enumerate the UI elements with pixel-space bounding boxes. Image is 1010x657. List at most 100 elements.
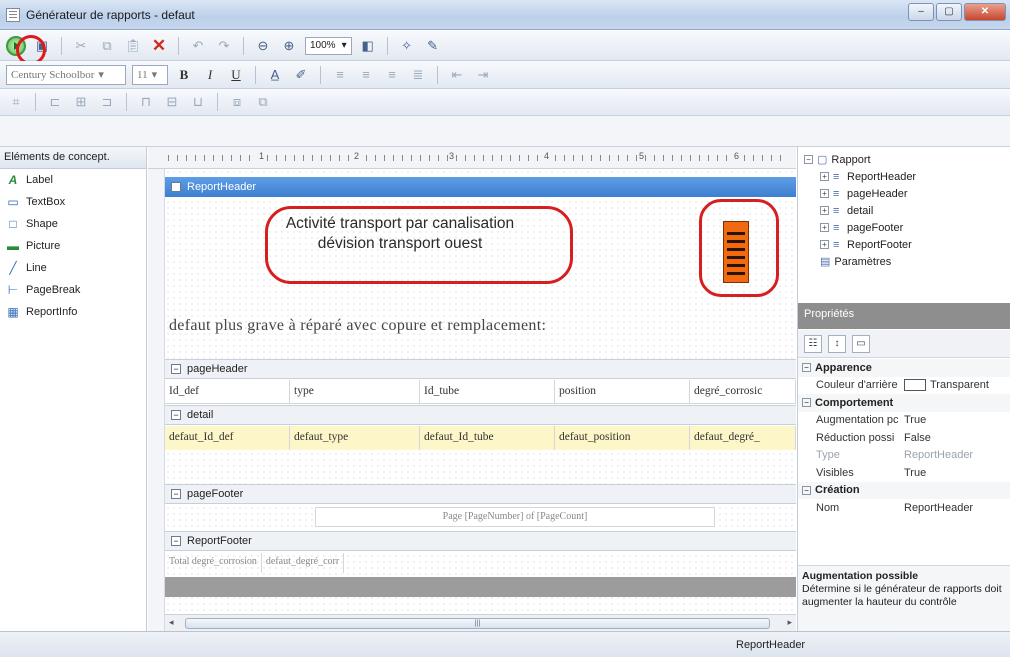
font-name-dropdown[interactable]: Century Schoolbor ▾	[6, 64, 126, 85]
tool-textbox[interactable]: ▭ TextBox	[0, 191, 146, 213]
same-width-button[interactable]: ⧈	[227, 92, 247, 112]
band-report-header[interactable]: − ReportHeader	[165, 177, 796, 197]
align-lefts-button[interactable]: ⊏	[45, 92, 65, 112]
copy-button[interactable]: ⧉	[97, 36, 117, 56]
tool-reportinfo[interactable]: ▦ ReportInfo	[0, 301, 146, 323]
horizontal-scrollbar[interactable]: ◂ ||| ▸	[165, 614, 796, 631]
expand-icon[interactable]: +	[820, 189, 829, 198]
property-value[interactable]: Transparent	[900, 379, 989, 392]
detail-field[interactable]: defaut_type	[290, 426, 420, 450]
align-rights-button[interactable]: ⊐	[97, 92, 117, 112]
collapse-icon[interactable]: −	[804, 155, 813, 164]
scroll-right-icon[interactable]: ▸	[787, 617, 792, 628]
detail-field[interactable]: defaut_Id_def	[165, 426, 290, 450]
expand-icon[interactable]: +	[820, 240, 829, 249]
collapse-icon[interactable]: −	[171, 182, 181, 192]
align-middles-button[interactable]: ⊟	[162, 92, 182, 112]
column-header[interactable]: degré_corrosic	[690, 380, 796, 404]
property-value[interactable]: False	[900, 432, 931, 444]
band-page-header[interactable]: − pageHeader	[165, 359, 796, 379]
property-value[interactable]: ReportHeader	[900, 502, 973, 514]
column-header[interactable]: type	[290, 380, 420, 404]
delete-button[interactable]: ✕	[149, 36, 169, 56]
align-right-button[interactable]: ≡	[382, 65, 402, 85]
total-field[interactable]: defaut_degré_corr	[262, 553, 345, 573]
alphabetical-button[interactable]: ↕	[828, 334, 846, 353]
band-report-footer[interactable]: − ReportFooter	[165, 531, 796, 551]
collapse-icon[interactable]: −	[802, 398, 811, 408]
expand-icon[interactable]: +	[820, 206, 829, 215]
tree-node-band[interactable]: + ≡ pageHeader	[804, 185, 1005, 202]
close-button[interactable]: ✕	[964, 3, 1006, 21]
band-detail[interactable]: − detail	[165, 405, 796, 425]
indent-button[interactable]: ⇥	[473, 65, 493, 85]
property-category[interactable]: − Apparence	[798, 359, 1010, 377]
property-row[interactable]: Couleur d'arrière Transparent	[798, 377, 1010, 395]
detail-field[interactable]: defaut_Id_tube	[420, 426, 555, 450]
detail-field[interactable]: defaut_degré_	[690, 426, 796, 450]
property-category[interactable]: − Comportement	[798, 394, 1010, 412]
tree-node-params[interactable]: ▤ Paramètres	[804, 253, 1005, 270]
zoom-out-button[interactable]: ⊖	[253, 36, 273, 56]
property-category[interactable]: − Création	[798, 481, 1010, 499]
categorized-button[interactable]: ☷	[804, 334, 822, 353]
property-row[interactable]: Réduction possi False	[798, 429, 1010, 447]
fill-color-button[interactable]: ✐	[291, 65, 311, 85]
cut-button[interactable]: ✂	[71, 36, 91, 56]
page-number-field[interactable]: Page [PageNumber] of [PageCount]	[315, 507, 715, 527]
zoom-dropdown[interactable]: 100% ▾	[305, 36, 352, 55]
property-value[interactable]: True	[900, 414, 926, 426]
column-header[interactable]: Id_def	[165, 380, 290, 404]
report-canvas[interactable]: − ReportHeader Activité transport par ca…	[165, 169, 796, 614]
align-bottoms-button[interactable]: ⊔	[188, 92, 208, 112]
property-value[interactable]: True	[900, 467, 926, 479]
layout-button[interactable]: ◧	[358, 36, 378, 56]
expand-icon[interactable]: +	[820, 223, 829, 232]
align-grid-button[interactable]: ⌗	[6, 92, 26, 112]
collapse-icon[interactable]: −	[171, 489, 181, 499]
align-center-button[interactable]: ≡	[356, 65, 376, 85]
italic-button[interactable]: I	[200, 65, 220, 85]
property-row[interactable]: Visibles True	[798, 464, 1010, 482]
align-tops-button[interactable]: ⊓	[136, 92, 156, 112]
justify-button[interactable]: ≣	[408, 65, 428, 85]
collapse-icon[interactable]: −	[802, 363, 811, 373]
tree-node-rapport[interactable]: − ▢ Rapport	[804, 151, 1005, 168]
column-header[interactable]: position	[555, 380, 690, 404]
detail-field[interactable]: defaut_position	[555, 426, 690, 450]
collapse-icon[interactable]: −	[171, 410, 181, 420]
tool-shape[interactable]: □ Shape	[0, 213, 146, 235]
scrollbar-thumb[interactable]: |||	[185, 618, 770, 629]
script-button[interactable]: ✎	[423, 36, 443, 56]
tree-node-band[interactable]: + ≡ detail	[804, 202, 1005, 219]
redo-button[interactable]: ↷	[214, 36, 234, 56]
font-size-dropdown[interactable]: 11 ▾	[132, 64, 168, 85]
collapse-icon[interactable]: −	[171, 364, 181, 374]
tool-label[interactable]: A Label	[0, 169, 146, 191]
band-page-footer[interactable]: − pageFooter	[165, 484, 796, 504]
minimize-button[interactable]: –	[908, 3, 934, 21]
tree-node-band[interactable]: + ≡ ReportFooter	[804, 236, 1005, 253]
bold-button[interactable]: B	[174, 65, 194, 85]
expand-icon[interactable]: +	[820, 172, 829, 181]
align-centers-button[interactable]: ⊞	[71, 92, 91, 112]
scroll-left-icon[interactable]: ◂	[169, 617, 174, 628]
paste-button[interactable]: 📋︎	[123, 36, 143, 56]
collapse-icon[interactable]: −	[802, 485, 811, 495]
tree-node-band[interactable]: + ≡ pageFooter	[804, 219, 1005, 236]
property-row[interactable]: Augmentation pc True	[798, 412, 1010, 430]
tool-picture[interactable]: ▬ Picture	[0, 235, 146, 257]
same-height-button[interactable]: ⧉	[253, 92, 273, 112]
report-subtitle-label[interactable]: defaut plus grave à réparé avec copure e…	[169, 317, 546, 335]
align-left-button[interactable]: ≡	[330, 65, 350, 85]
tool-pagebreak[interactable]: ⊢ PageBreak	[0, 279, 146, 301]
collapse-icon[interactable]: −	[171, 536, 181, 546]
outdent-button[interactable]: ⇤	[447, 65, 467, 85]
property-row[interactable]: Nom ReportHeader	[798, 499, 1010, 517]
underline-button[interactable]: U	[226, 65, 246, 85]
report-settings-button[interactable]: ✧	[397, 36, 417, 56]
tree-node-band[interactable]: + ≡ ReportHeader	[804, 168, 1005, 185]
total-label[interactable]: Total degré_corrosion	[165, 553, 262, 573]
column-header[interactable]: Id_tube	[420, 380, 555, 404]
maximize-button[interactable]: ▢	[936, 3, 962, 21]
